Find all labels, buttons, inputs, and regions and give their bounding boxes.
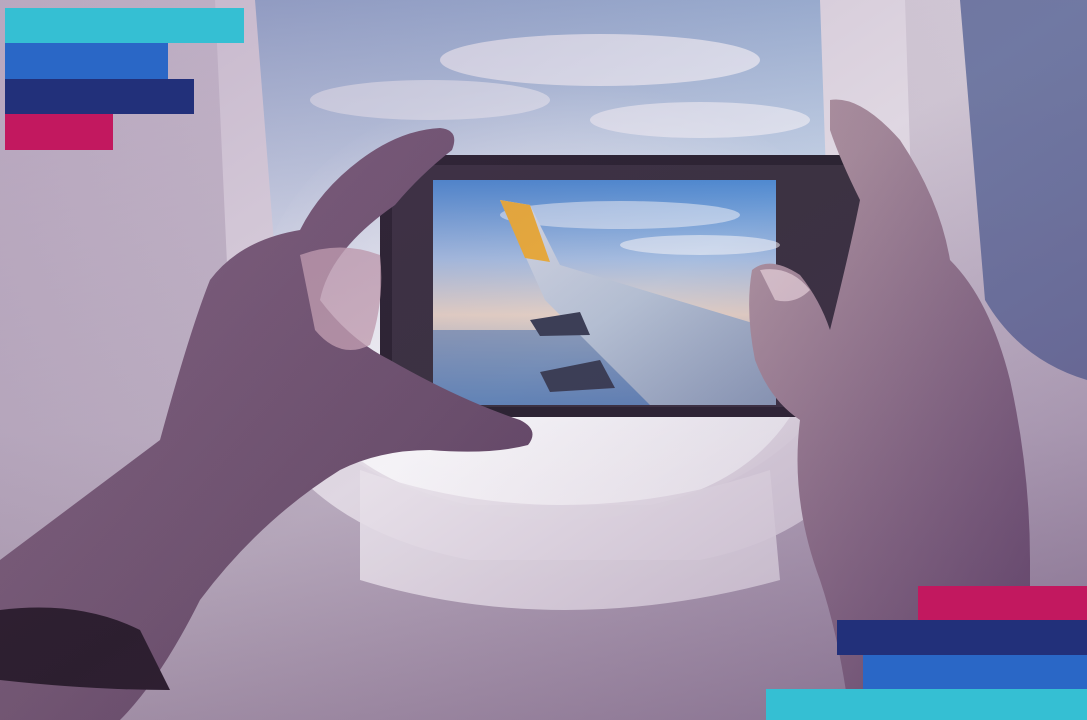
decor-bar-cyan-top	[5, 8, 244, 43]
decor-bar-blue-top	[5, 43, 168, 79]
photo-scene	[0, 0, 1087, 720]
decor-bar-magenta-bottom	[918, 586, 1087, 620]
decor-bar-cyan-bottom	[766, 689, 1087, 720]
decor-bar-navy-bottom	[837, 620, 1087, 655]
decor-bar-blue-bottom	[863, 655, 1087, 689]
decor-bar-magenta-top	[5, 114, 113, 150]
decor-bar-navy-top	[5, 79, 194, 114]
